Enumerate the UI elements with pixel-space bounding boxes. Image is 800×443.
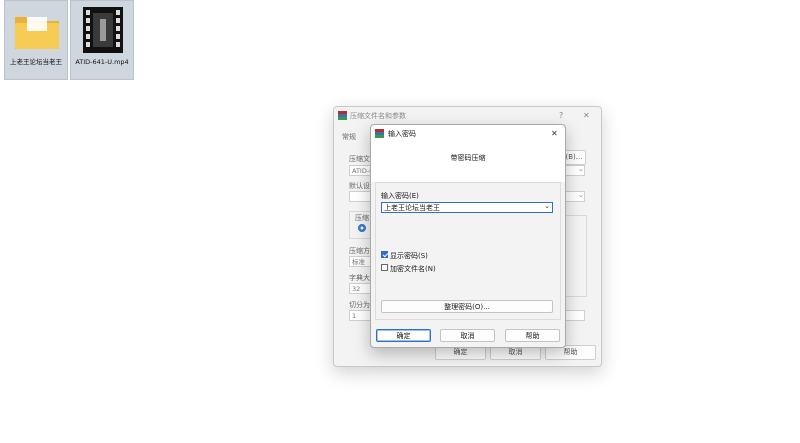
winrar-icon [338,111,347,120]
method-label: 压缩方 [349,247,370,255]
desktop-icon-label: 上老王论坛当老王 [10,58,62,66]
split-label: 切分为 [349,301,370,309]
tab-general[interactable]: 常规 [342,132,356,142]
cancel-button[interactable]: 取消 [440,329,495,342]
archive-name-label: 压缩文 [349,155,370,163]
desktop-icon-folder[interactable]: 上老王论坛当老王 [4,0,68,80]
password-label: 输入密码(E) [381,192,419,200]
default-profile-label: 默认设 [349,182,370,190]
chevron-down-icon[interactable]: ⌄ [578,165,584,173]
options-panel [565,215,587,297]
encrypt-names-label: 加密文件名(N) [390,265,436,273]
video-file-icon [83,7,123,53]
dialog-title: 压缩文件名和参数 [350,112,406,120]
chevron-down-icon[interactable]: ⌄ [544,202,550,210]
format-radio[interactable] [358,224,366,232]
password-value: 上老王论坛当老王 [384,204,440,212]
winrar-icon [375,129,384,138]
encrypt-names-checkbox[interactable] [381,264,388,271]
dict-label: 字典大 [349,274,370,282]
folder-icon [15,17,59,49]
chevron-down-icon[interactable]: ⌄ [578,191,584,199]
password-dialog: 输入密码 ✕ 带密码压缩 输入密码(E) 上老王论坛当老王 ⌄ 显示密码(S) … [370,124,566,348]
ok-button[interactable]: 确定 [376,329,431,342]
dialog-header: 带密码压缩 [450,154,486,162]
format-label: 压缩 [355,214,369,222]
desktop-icon-label: ATID-641-U.mp4 [75,58,129,66]
show-password-checkbox[interactable] [381,251,388,258]
dialog-title: 输入密码 [388,130,416,138]
extra-field[interactable] [565,310,585,321]
show-password-label: 显示密码(S) [390,252,428,260]
password-input[interactable]: 上老王论坛当老王 ⌄ [381,202,553,213]
organize-passwords-button[interactable]: 整理密码(O)... [381,300,553,313]
close-icon[interactable]: ✕ [551,129,558,138]
help-button[interactable]: 帮助 [505,329,560,342]
help-icon[interactable]: ? [559,111,563,120]
desktop-icon-video[interactable]: ATID-641-U.mp4 [70,0,134,80]
close-icon[interactable]: ✕ [583,111,590,120]
